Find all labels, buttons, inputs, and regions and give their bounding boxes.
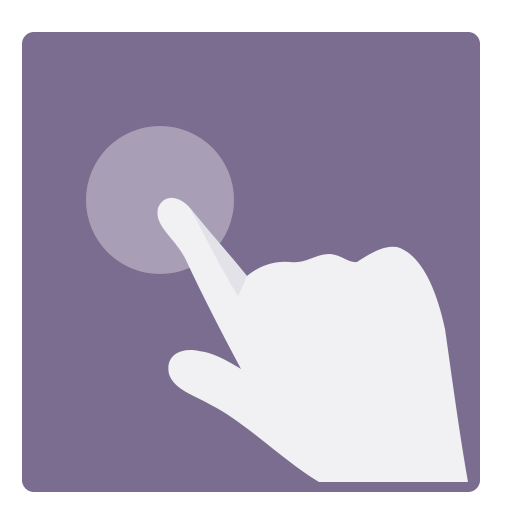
tap-gesture-icon — [22, 32, 480, 492]
icon-canvas — [0, 0, 512, 512]
